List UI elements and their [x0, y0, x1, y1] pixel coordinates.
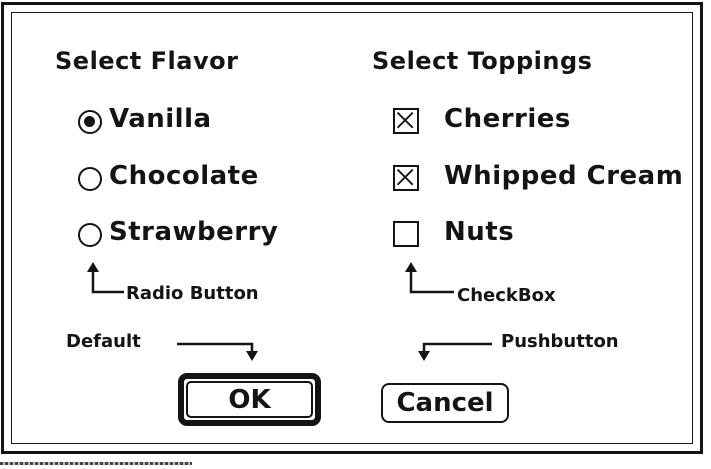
checkbox-empty-icon[interactable]: [393, 221, 419, 247]
flavor-heading: Select Flavor: [55, 47, 239, 75]
callout-arrow-icon: [177, 342, 258, 361]
checkbox-callout: CheckBox: [457, 285, 556, 306]
flavor-label-strawberry[interactable]: Strawberry: [109, 217, 278, 247]
callout-arrow-icon: [418, 342, 492, 361]
radio-empty-icon[interactable]: [78, 167, 102, 191]
checkbox-checked-icon[interactable]: [393, 165, 419, 191]
default-callout: Default: [66, 331, 141, 352]
ok-button[interactable]: OK: [178, 373, 321, 426]
callout-arrow-icon: [87, 262, 124, 294]
topping-label-cherries[interactable]: Cherries: [444, 104, 571, 134]
toppings-heading: Select Toppings: [372, 47, 593, 75]
radio-empty-icon[interactable]: [78, 223, 102, 247]
radio-selected-icon[interactable]: [78, 110, 102, 134]
pushbutton-callout: Pushbutton: [501, 331, 619, 352]
radio-button-callout: Radio Button: [126, 283, 259, 304]
scan-artifact: [0, 462, 192, 465]
checkbox-checked-icon[interactable]: [393, 108, 419, 134]
cancel-button[interactable]: Cancel: [381, 383, 509, 423]
flavor-label-vanilla[interactable]: Vanilla: [109, 104, 212, 134]
topping-label-whipped-cream[interactable]: Whipped Cream: [444, 161, 683, 191]
callout-arrow-icon: [405, 262, 454, 294]
flavor-label-chocolate[interactable]: Chocolate: [109, 161, 259, 191]
topping-label-nuts[interactable]: Nuts: [444, 217, 514, 247]
ok-button-label[interactable]: OK: [228, 385, 270, 415]
cancel-button-label[interactable]: Cancel: [396, 388, 493, 418]
